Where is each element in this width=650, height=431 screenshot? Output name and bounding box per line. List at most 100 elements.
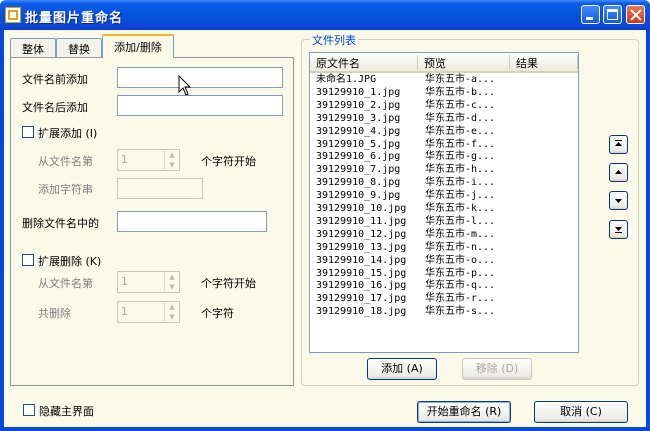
original-filename: 39129910_4.jpg <box>316 125 401 137</box>
cancel-button[interactable]: 取消 (C) <box>534 401 628 423</box>
file-list-row[interactable]: 39129910_17.jpg 华东五市-r... <box>310 292 578 305</box>
prefix-input[interactable] <box>117 67 283 88</box>
original-filename: 39129910_13.jpg <box>316 241 407 253</box>
file-list-row[interactable]: 39129910_14.jpg 华东五市-o... <box>310 254 578 267</box>
file-list-row[interactable]: 39129910_2.jpg 华东五市-c... <box>310 99 578 112</box>
original-filename: 39129910_3.jpg <box>316 112 401 124</box>
move-down-button[interactable] <box>609 191 628 210</box>
start-rename-button-label: 开始重命名 (R) <box>426 405 502 418</box>
preview-filename: 华东五市-o... <box>425 254 496 266</box>
cancel-button-label: 取消 (C) <box>560 405 602 418</box>
preview-filename: 华东五市-i... <box>425 177 496 189</box>
remove-file-button-label: 移除 (D) <box>475 362 519 375</box>
start-rename-button[interactable]: 开始重命名 (R) <box>417 401 511 423</box>
tab-overall[interactable]: 整体 <box>10 38 56 57</box>
original-filename: 39129910_6.jpg <box>316 151 401 163</box>
file-list-row[interactable]: 39129910_10.jpg 华东五市-k... <box>310 202 578 215</box>
preview-filename: 华东五市-n... <box>425 241 496 253</box>
add-file-button[interactable]: 添加 (A) <box>367 358 437 380</box>
original-filename: 39129910_17.jpg <box>316 293 407 305</box>
hide-main-checkbox[interactable] <box>23 404 35 416</box>
delete-in-name-label: 删除文件名中的 <box>22 217 99 230</box>
original-filename: 未命名1.JPG <box>316 74 377 85</box>
file-list[interactable]: 原文件名 预览 结果 未命名1.JPG 华东五市-a... 39129910_1.j… <box>309 52 579 353</box>
preview-filename: 华东五市-h... <box>425 164 496 176</box>
file-list-row[interactable]: 39129910_11.jpg 华东五市-l... <box>310 215 578 228</box>
from-pos-stepper[interactable]: 1 ▲ ▼ <box>117 149 180 171</box>
ext-add-checkbox[interactable] <box>22 126 34 138</box>
stepper-arrows-icon[interactable]: ▲ ▼ <box>164 150 179 170</box>
original-filename: 39129910_2.jpg <box>316 99 401 111</box>
prefix-label: 文件名前添加 <box>22 73 88 86</box>
preview-filename: 华东五市-q... <box>425 280 496 292</box>
preview-filename: 华东五市-l... <box>425 215 496 227</box>
original-filename: 39129910_14.jpg <box>316 254 407 266</box>
delete-in-name-input[interactable] <box>117 211 267 232</box>
hide-main-label: 隐藏主界面 <box>39 405 94 418</box>
tab-replace[interactable]: 替换 <box>56 38 102 57</box>
original-filename: 39129910_8.jpg <box>316 177 401 189</box>
add-file-button-label: 添加 (A) <box>381 362 423 375</box>
file-list-row[interactable]: 39129910_6.jpg 华东五市-g... <box>310 150 578 163</box>
remove-file-button[interactable]: 移除 (D) <box>462 358 532 380</box>
move-bottom-icon <box>615 227 622 233</box>
column-preview[interactable]: 预览 <box>418 55 510 70</box>
file-list-row[interactable]: 39129910_12.jpg 华东五市-m... <box>310 228 578 241</box>
preview-filename: 华东五市-j... <box>425 190 496 202</box>
preview-filename: 华东五市-r... <box>425 293 496 305</box>
move-top-button[interactable] <box>609 135 628 154</box>
from-pos-label: 从文件名第 <box>38 155 93 168</box>
preview-filename: 华东五市-d... <box>425 112 496 124</box>
column-result[interactable]: 结果 <box>510 55 578 70</box>
original-filename: 39129910_11.jpg <box>316 215 407 227</box>
file-list-row[interactable]: 39129910_18.jpg 华东五市-s... <box>310 305 578 318</box>
tab-add-delete[interactable]: 添加/删除 <box>102 34 174 58</box>
file-list-row[interactable]: 39129910_4.jpg 华东五市-e... <box>310 125 578 138</box>
file-list-row[interactable]: 39129910_15.jpg 华东五市-p... <box>310 267 578 280</box>
from-pos-value: 1 <box>121 153 128 166</box>
original-filename: 39129910_1.jpg <box>316 86 401 98</box>
file-list-row[interactable]: 39129910_9.jpg 华东五市-j... <box>310 189 578 202</box>
ext-delete-checkbox[interactable] <box>22 254 34 266</box>
preview-filename: 华东五市-p... <box>425 267 496 279</box>
suffix-input[interactable] <box>117 95 283 116</box>
title-bar[interactable]: 批量图片重命名 <box>0 0 650 30</box>
move-up-icon <box>615 170 622 174</box>
preview-filename: 华东五市-f... <box>425 138 496 150</box>
column-original[interactable]: 原文件名 <box>310 55 418 70</box>
close-button[interactable] <box>626 5 645 24</box>
ext-add-label: 扩展添加 (I) <box>38 127 98 140</box>
file-list-row[interactable]: 未命名1.JPG 华东五市-a... <box>310 73 578 86</box>
preview-filename: 华东五市-m... <box>425 228 496 240</box>
add-string-label: 添加字符串 <box>38 183 93 196</box>
maximize-button[interactable] <box>603 5 622 24</box>
file-list-row[interactable]: 39129910_8.jpg 华东五市-i... <box>310 176 578 189</box>
move-up-button[interactable] <box>609 163 628 182</box>
file-list-row[interactable]: 39129910_13.jpg 华东五市-n... <box>310 241 578 254</box>
preview-filename: 华东五市-c... <box>425 99 496 111</box>
total-delete-stepper[interactable]: 1 ▲ ▼ <box>117 301 180 323</box>
stepper-arrows-icon[interactable]: ▲ ▼ <box>164 272 179 292</box>
file-list-row[interactable]: 39129910_3.jpg 华东五市-d... <box>310 112 578 125</box>
file-list-row[interactable]: 39129910_1.jpg 华东五市-b... <box>310 86 578 99</box>
file-list-row[interactable]: 39129910_5.jpg 华东五市-f... <box>310 138 578 151</box>
file-list-row[interactable]: 39129910_7.jpg 华东五市-h... <box>310 163 578 176</box>
preview-filename: 华东五市-a... <box>425 74 496 85</box>
move-down-icon <box>615 199 622 203</box>
preview-filename: 华东五市-g... <box>425 151 496 163</box>
del-char-start-label: 个字符开始 <box>201 277 256 290</box>
del-from-pos-stepper[interactable]: 1 ▲ ▼ <box>117 271 180 293</box>
del-from-pos-label: 从文件名第 <box>38 277 93 290</box>
file-list-row[interactable]: 39129910_16.jpg 华东五市-q... <box>310 279 578 292</box>
original-filename: 39129910_12.jpg <box>316 228 407 240</box>
minimize-button[interactable] <box>581 5 600 24</box>
stepper-arrows-icon[interactable]: ▲ ▼ <box>164 302 179 322</box>
move-bottom-button[interactable] <box>609 220 628 239</box>
total-delete-value: 1 <box>121 305 128 318</box>
char-start-label: 个字符开始 <box>201 155 256 168</box>
dialog-body: 整体 替换 添加/删除 文件名前添加 文件名后添加 扩展添加 (I) 从文件名第… <box>4 30 646 427</box>
add-string-input[interactable] <box>117 178 203 199</box>
original-filename: 39129910_5.jpg <box>316 138 401 150</box>
chars-label: 个字符 <box>201 307 234 320</box>
original-filename: 39129910_15.jpg <box>316 267 407 279</box>
